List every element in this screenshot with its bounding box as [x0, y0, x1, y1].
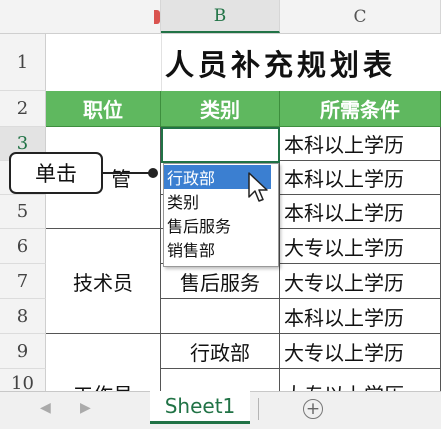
row-header-9[interactable]: 9 [0, 334, 46, 369]
sheet-tab-sheet1[interactable]: Sheet1 [150, 391, 250, 424]
row-header-1[interactable]: 1 [0, 34, 46, 91]
column-header-b[interactable]: B [161, 0, 280, 33]
click-callout-label: 单击 [9, 152, 103, 194]
row-header-5[interactable]: 5 [0, 195, 46, 229]
plus-circle-icon[interactable]: + [303, 399, 323, 419]
header-category[interactable]: 类别 [161, 91, 280, 127]
tab-separator [258, 398, 259, 420]
cell-c3[interactable]: 本科以上学历 [280, 127, 441, 161]
chevron-left-icon[interactable]: ◀ [40, 400, 51, 416]
cell-c8[interactable]: 本科以上学历 [280, 299, 441, 334]
cell-b7[interactable]: 售后服务 [161, 264, 280, 299]
cell-c9[interactable]: 大专以上学历 [280, 334, 441, 369]
callout-connector [103, 172, 153, 174]
table-title[interactable]: 人员补充规划表 [161, 34, 441, 91]
row-header-7[interactable]: 7 [0, 264, 46, 299]
cell-position-technician[interactable]: 技术员 [46, 229, 161, 334]
header-position[interactable]: 职位 [46, 91, 161, 127]
cell-b8[interactable] [161, 299, 280, 334]
callout-dot [148, 168, 158, 178]
dropdown-option-sales[interactable]: 销售部 [164, 237, 278, 261]
column-header-c[interactable]: C [280, 0, 441, 33]
header-requirement[interactable]: 所需条件 [280, 91, 441, 127]
row-header-6[interactable]: 6 [0, 229, 46, 264]
mouse-pointer-icon [248, 172, 268, 202]
cell-b3-active[interactable] [161, 127, 280, 163]
row-header-8[interactable]: 8 [0, 299, 46, 334]
column-header-row: B C [0, 0, 441, 34]
cell-c7[interactable]: 大专以上学历 [280, 264, 441, 299]
cell-a1[interactable] [46, 34, 162, 91]
row-header-2[interactable]: 2 [0, 91, 46, 127]
cell-b9[interactable]: 行政部 [161, 334, 280, 369]
cell-c4[interactable]: 本科以上学历 [280, 161, 441, 195]
dropdown-option-after-sales[interactable]: 售后服务 [164, 213, 278, 237]
sheet-tab-bar: ◀ ▶ Sheet1 + [0, 391, 441, 429]
column-marker [154, 10, 160, 24]
cell-c6[interactable]: 大专以上学历 [280, 229, 441, 264]
chevron-right-icon[interactable]: ▶ [80, 400, 91, 416]
cell-position-worker[interactable]: 工作员 [46, 334, 161, 407]
spreadsheet-window: B C 1 2 3 4 5 6 7 8 9 10 人员补充规划表 职位 类别 所… [0, 0, 441, 429]
column-header-a[interactable] [46, 0, 161, 33]
cell-c5[interactable]: 本科以上学历 [280, 195, 441, 229]
